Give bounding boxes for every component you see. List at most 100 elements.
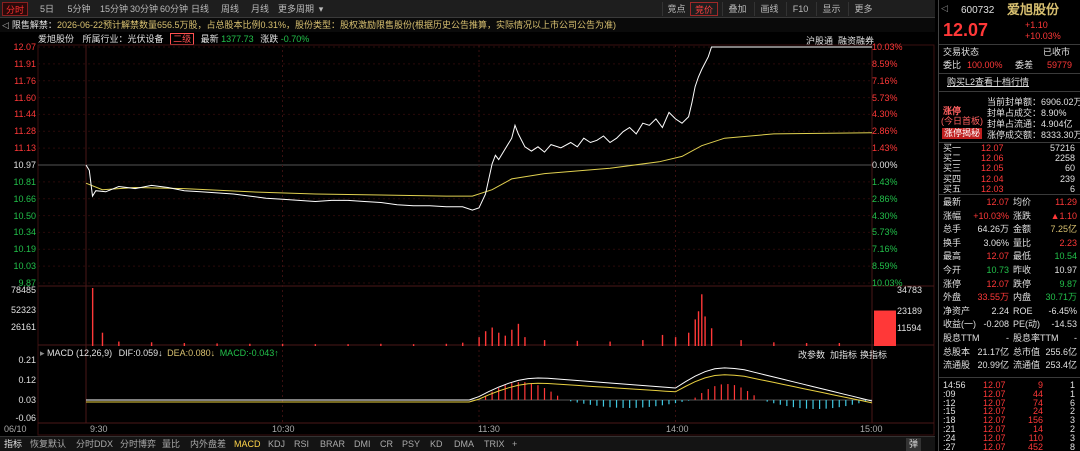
stat-row: 今开 10.73 昨收 10.97: [939, 264, 1080, 276]
volume-bar: [704, 316, 706, 346]
volume-bar: [576, 340, 579, 346]
price-change-pct: +10.03%: [1025, 31, 1061, 41]
macd-label[interactable]: MACD (12,26,9): [47, 348, 112, 358]
macd-histogram-bar: [779, 400, 781, 405]
indicator-add[interactable]: +: [512, 438, 517, 451]
indicator-brar[interactable]: BRAR: [320, 438, 345, 451]
macd-histogram-bar: [819, 400, 821, 409]
stat-label: 均价: [1013, 197, 1032, 207]
macd-histogram-bar: [845, 400, 847, 407]
indicator-psy[interactable]: PSY: [402, 438, 420, 451]
trade-status-value: 已收市: [1043, 47, 1071, 57]
macd-histogram-bar: [557, 395, 559, 400]
commission-diff-label: 委差: [1015, 60, 1034, 70]
stat-value: ▲1.10: [1050, 210, 1077, 221]
add-indicator-link[interactable]: 加指标: [830, 348, 857, 361]
pct-axis-tick: 5.73%: [872, 92, 898, 103]
macd-histogram-bar: [504, 385, 506, 400]
volume-bar: [380, 343, 382, 346]
stat-row: 总股本 21.17亿 总市值 255.6亿: [939, 346, 1080, 358]
macd-histogram-bar: [629, 400, 631, 408]
price-axis-tick: 10.03: [13, 261, 36, 272]
price-axis-tick: 10.66: [13, 193, 36, 204]
macd-histogram-bar: [688, 400, 690, 401]
buy-l2-link[interactable]: 购买L2查看十档行情: [947, 77, 1029, 88]
indicator-rsi[interactable]: RSI: [294, 438, 309, 451]
swap-indicator-link[interactable]: 换指标: [860, 348, 887, 361]
intraday-chart[interactable]: [0, 0, 935, 436]
indicator-kdj[interactable]: KDJ: [268, 438, 285, 451]
stat-row: 涨停 12.07 跌停 9.87: [939, 278, 1080, 290]
stat-label: 最低: [1013, 251, 1032, 262]
macd-histogram-bar: [570, 400, 572, 402]
volume-bar: [838, 343, 841, 346]
indicator-kd[interactable]: KD: [430, 438, 443, 451]
volume-bar: [101, 332, 104, 346]
time-label-930: 9:30: [90, 424, 108, 434]
macd-histogram-bar: [746, 390, 749, 400]
panel-collapse-icon[interactable]: ◁: [941, 3, 948, 14]
indicator-cr[interactable]: CR: [380, 438, 393, 451]
stat-label: 收益(一): [943, 319, 976, 330]
macd-histogram-bar: [766, 400, 768, 402]
volume-bar: [347, 344, 349, 346]
collapse-button[interactable]: 弹: [906, 438, 922, 451]
seal-stat-value: 8.90%: [1041, 108, 1067, 118]
stat-value: 10.54: [1054, 251, 1077, 262]
indicator-macd[interactable]: MACD: [234, 438, 261, 451]
macd-histogram-bar: [596, 400, 598, 406]
stat-row: 外盘 33.55万 内盘 30.71万: [939, 291, 1080, 303]
macd-value: MACD:-0.043↑: [219, 348, 279, 358]
macd-axis-3: -0.06: [15, 413, 36, 423]
price-axis-tick: 11.28: [14, 126, 36, 137]
indicator-trix[interactable]: TRIX: [484, 438, 505, 451]
stat-row: 涨幅 +10.03% 涨跌 ▲1.10: [939, 210, 1080, 222]
macd-histogram-bar: [694, 397, 696, 400]
indicator-dmi[interactable]: DMI: [354, 438, 371, 451]
price-axis-tick: 11.76: [14, 75, 36, 86]
stat-label: 量比: [1013, 237, 1032, 248]
volume-bar: [694, 319, 696, 346]
volume-bar: [491, 327, 493, 346]
indicator-menu[interactable]: 指标: [4, 438, 22, 451]
indicator-volume-ratio[interactable]: 量比: [162, 438, 180, 451]
trade-tick-row: :27 12.07 452 8: [939, 442, 1080, 451]
stat-value: -14.53: [1051, 319, 1077, 330]
vol-axis-label-top: 78485: [10, 285, 36, 295]
change-params-link[interactable]: 改参数: [798, 348, 825, 361]
indicator-dma[interactable]: DMA: [454, 438, 474, 451]
macd-histogram-bar: [805, 400, 808, 409]
settings-icon[interactable]: ▸: [40, 348, 45, 358]
indicator-game[interactable]: 分时博弈: [120, 438, 156, 451]
vol-axis-label-mid: 52323: [10, 305, 36, 315]
macd-histogram-bar: [740, 387, 742, 400]
indicator-inout-diff[interactable]: 内外盘差: [190, 438, 226, 451]
macd-histogram-bar: [832, 400, 834, 409]
vol-axis-label-low: 26161: [10, 322, 36, 332]
commission-diff-value: 59779: [1047, 60, 1073, 70]
chart-frame: [37, 44, 935, 436]
macd-axis-1: 0.12: [18, 375, 36, 385]
price-axis-tick: 10.19: [13, 244, 36, 255]
trade-tick-d: 8: [1069, 441, 1075, 451]
pct-axis-tick: 2.86%: [872, 126, 898, 137]
volume-bar: [445, 343, 448, 346]
limit-up-reveal-button[interactable]: 涨停揭秘: [942, 128, 983, 139]
volume-bar: [462, 342, 464, 346]
macd-histogram-bar: [530, 383, 532, 400]
stat-value: 10.97: [1054, 265, 1077, 275]
stat-label: 内盘: [1013, 292, 1032, 303]
stat-label: 股息TTM: [943, 333, 980, 343]
indicator-restore-default[interactable]: 恢复默认: [30, 438, 66, 451]
pct-axis-tick: 8.59%: [872, 261, 898, 272]
trade-tick-v: 452: [1027, 441, 1043, 451]
seal-stat-label: 涨停成交额：: [987, 130, 1042, 140]
time-label-1500: 15:00: [860, 424, 883, 434]
indicator-ddx[interactable]: 分时DDX: [76, 438, 113, 451]
stat-label: 今开: [943, 265, 962, 275]
stat-row: 总手 64.26万 金额 7.25亿: [939, 223, 1080, 235]
seal-stat-value: 8333.30万: [1041, 130, 1080, 140]
date-label: 06/10: [4, 424, 27, 434]
macd-histogram-bar: [753, 395, 755, 400]
stat-value: 9.87: [1059, 278, 1077, 289]
